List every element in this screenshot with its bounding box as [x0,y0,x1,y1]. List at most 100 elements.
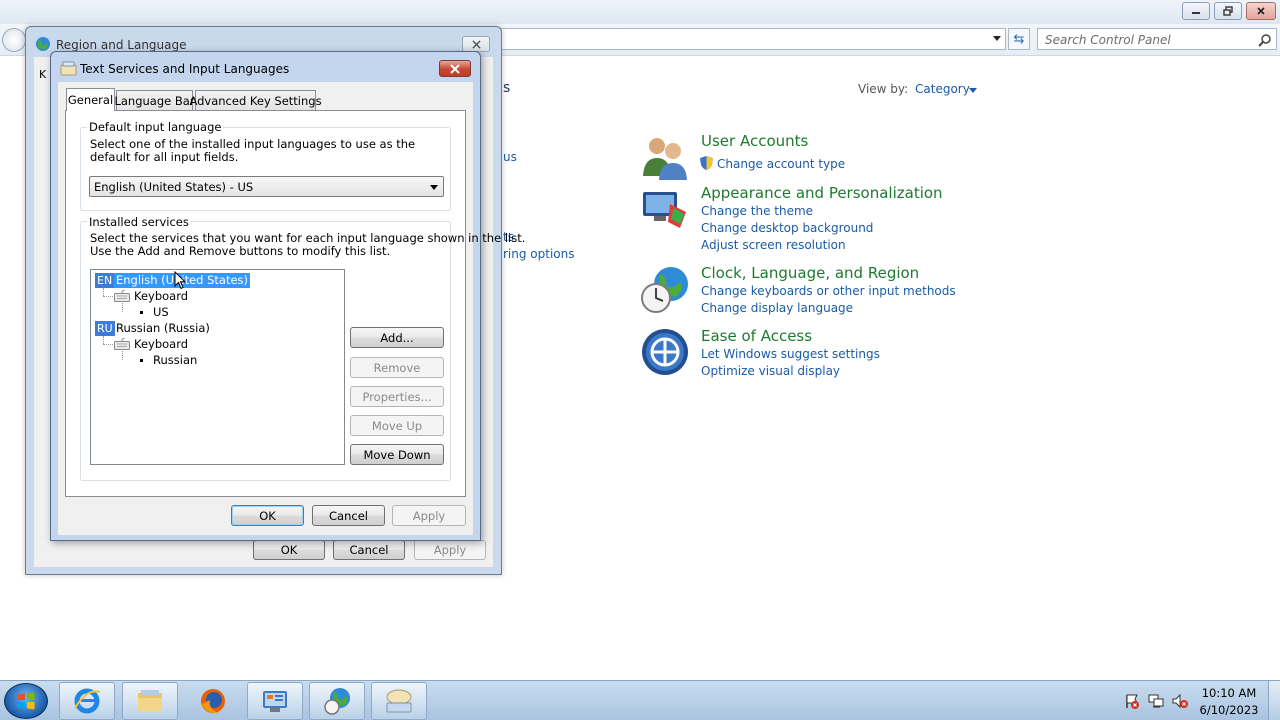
bullet-icon [140,311,143,314]
chevron-down-icon [430,185,438,190]
window-title: Region and Language [56,38,187,52]
category-title[interactable]: Ease of Access [701,327,812,345]
tab-general[interactable]: General [66,88,115,111]
tree-item-layout-russian[interactable]: Russian [153,353,197,368]
volume-muted-icon[interactable] [1172,693,1188,709]
category-link[interactable]: Change account type [717,157,845,171]
view-by-arrow-icon[interactable] [969,88,977,93]
apply-button[interactable]: Apply [392,505,466,526]
tree-connector [103,296,113,297]
region-apply-button[interactable]: Apply [414,540,486,560]
network-icon[interactable] [1148,693,1164,709]
category-title[interactable]: Clock, Language, and Region [701,264,919,282]
region-close-button[interactable] [462,36,490,52]
view-by-label: View by: [858,82,909,96]
tree-item-keyboard[interactable]: Keyboard [134,337,188,352]
cancel-button[interactable]: Cancel [312,505,385,526]
partial-link[interactable]: ring options [503,247,575,261]
move-down-button[interactable]: Move Down [350,444,444,465]
search-input[interactable] [1037,28,1277,50]
minimize-icon [1192,12,1200,14]
category-link[interactable]: Change desktop background [701,221,873,235]
tab-advanced-key-settings[interactable]: Advanced Key Settings [189,90,322,110]
text-services-icon [60,61,77,76]
tree-connector [103,344,113,345]
user-accounts-icon[interactable] [640,132,690,182]
tree-connector [103,336,104,344]
window-close-button[interactable] [1246,2,1276,20]
add-button[interactable]: Add... [350,327,444,348]
taskbar-internet-explorer[interactable] [59,682,115,720]
default-language-select[interactable]: English (United States) - US [89,176,444,197]
move-up-button[interactable]: Move Up [350,415,444,436]
default-language-value: English (United States) - US [94,180,254,194]
region-cancel-button[interactable]: Cancel [333,540,405,560]
partial-link[interactable]: us [503,150,517,164]
default-language-label: Default input language [87,120,224,134]
dialog-title: Text Services and Input Languages [80,62,290,76]
remove-button[interactable]: Remove [350,357,444,378]
keyboard-icon [114,338,130,350]
refresh-icon: ⇆ [1013,31,1025,47]
category-title[interactable]: Appearance and Personalization [701,184,943,202]
region-ok-button[interactable]: OK [253,540,325,560]
restore-button[interactable] [1214,2,1242,20]
installed-services-label: Installed services [87,215,191,229]
partial-heading: s [503,80,511,96]
partial-text: K [39,68,47,81]
category-link[interactable]: Let Windows suggest settings [701,347,880,361]
tree-connector [122,351,123,360]
tree-item-keyboard[interactable]: Keyboard [134,289,188,304]
tab-language-bar[interactable]: Language Bar [114,90,195,110]
tree-connector [103,288,104,296]
restore-icon [1223,6,1233,16]
bullet-icon [140,359,143,362]
address-field[interactable] [500,28,1006,50]
category-link[interactable]: Change keyboards or other input methods [701,284,956,298]
show-desktop-button[interactable] [1268,681,1280,720]
mouse-cursor-icon [174,271,186,290]
category-clock-language-region: Clock, Language, and Region Change keybo… [640,264,970,320]
action-center-icon[interactable] [1124,693,1140,709]
clock-globe-icon[interactable] [640,264,690,314]
file-explorer-icon [138,690,162,711]
installed-services-tree[interactable]: EN English (United States) Keyboard US R… [90,269,345,465]
taskbar-control-panel[interactable] [247,682,303,720]
region-language-icon [324,688,350,715]
view-by-dropdown[interactable]: Category [915,82,970,96]
category-link[interactable]: Change the theme [701,204,813,218]
back-button[interactable] [2,28,26,52]
category-link[interactable]: Adjust screen resolution [701,238,846,252]
tree-connector [122,303,123,312]
minimize-button[interactable] [1182,2,1210,20]
clock-time[interactable]: 10:10 AM [1196,686,1262,700]
default-language-description: Select one of the installed input langua… [90,137,416,164]
properties-button[interactable]: Properties... [350,386,444,407]
ok-button[interactable]: OK [231,505,304,526]
refresh-button[interactable]: ⇆ [1008,28,1030,50]
tree-item-layout-us[interactable]: US [153,305,169,320]
tree-item-russian[interactable]: Russian (Russia) [116,321,210,336]
category-link[interactable]: Change display language [701,301,853,315]
category-link[interactable]: Optimize visual display [701,364,840,378]
globe-icon [36,37,50,51]
clock-date[interactable]: 6/10/2023 [1196,703,1262,717]
appearance-icon[interactable] [640,184,690,234]
search-icon[interactable] [1258,33,1272,47]
category-ease-of-access: Ease of Access Let Windows suggest setti… [640,327,970,383]
address-dropdown-icon[interactable] [993,36,1001,41]
close-icon [450,63,460,74]
text-services-icon [386,689,412,713]
start-button[interactable] [4,683,48,719]
language-badge-en[interactable]: EN [95,273,115,288]
language-badge-ru[interactable]: RU [95,321,115,336]
taskbar-file-explorer[interactable] [122,682,178,720]
windows-logo-icon [17,692,35,710]
dialog-close-button[interactable] [439,60,471,77]
ease-of-access-icon[interactable] [640,327,690,377]
taskbar-text-services[interactable] [371,682,427,720]
taskbar-region-language[interactable] [309,682,365,720]
taskbar-firefox[interactable] [185,682,241,720]
installed-services-description: Use the Add and Remove buttons to modify… [90,244,391,258]
category-title[interactable]: User Accounts [701,132,808,150]
